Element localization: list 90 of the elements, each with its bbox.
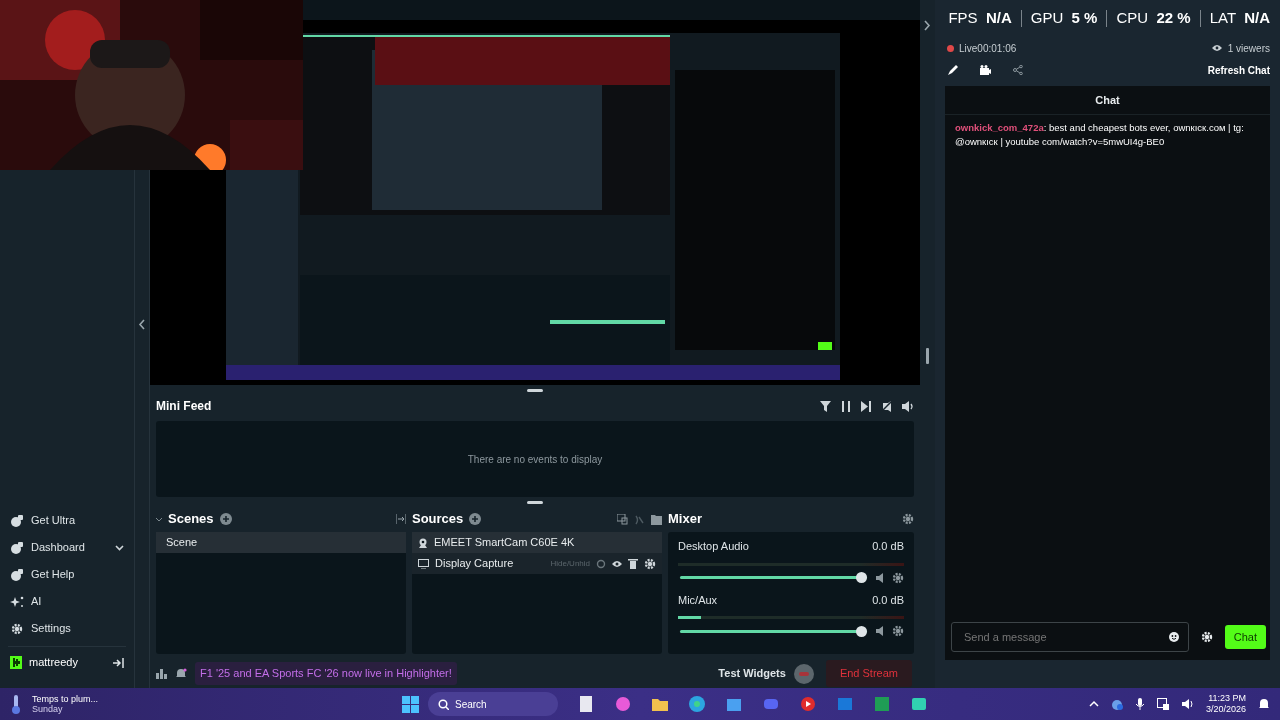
collapse-caret-icon[interactable] [156,516,162,522]
monitor-icon [418,558,429,569]
volume-slider[interactable] [680,625,867,637]
volume-icon[interactable] [902,400,914,412]
speaker-icon[interactable] [875,625,884,637]
add-scene-icon[interactable] [219,513,232,525]
panel-title: Sources [412,510,464,529]
end-stream-button[interactable]: End Stream [825,660,912,687]
widget-toggle-icon[interactable] [793,663,814,684]
channel-name: Mic/Aux [678,592,719,608]
scene-item[interactable]: Scene [156,532,406,553]
search-icon [438,698,449,710]
performance-stat: CPU 22 % [1107,10,1201,27]
fit-width-icon[interactable] [396,514,406,524]
drag-handle-icon[interactable] [527,389,543,392]
sparkle-icon [10,594,24,609]
network-icon[interactable] [1156,698,1169,710]
add-source-icon[interactable] [469,513,482,525]
chat-title: Chat [945,85,1270,115]
chat-message: ownkick_com_472a: best and cheapest bots ever, ownкıcк.coм | tg: @ownкıcк | youtube com/watch?v=5mwUI4g-BE0 [955,121,1245,150]
cloud-sync-icon[interactable] [1110,698,1123,710]
file-icon[interactable] [577,695,595,713]
kick-logo-icon [10,656,22,669]
panel-title: Mini Feed [156,398,213,415]
settings-icon[interactable] [892,625,904,637]
thermometer-icon[interactable] [10,694,22,714]
folder-icon[interactable] [651,513,662,525]
collapse-left-icon[interactable] [138,318,146,330]
sidebar-item[interactable]: Get Ultra [0,507,134,534]
pause-icon[interactable] [841,400,851,412]
filter-icon[interactable] [820,400,831,412]
performance-stat: GPU 5 % [1021,10,1108,27]
chat-send-button[interactable]: Chat [1224,624,1266,650]
db-reading: 0.0 dB [872,539,904,554]
performance-stat: LAT N/A [1208,10,1270,27]
settings-icon[interactable] [892,571,904,584]
sidebar-item[interactable]: AI [0,588,134,615]
edit-pencil-icon[interactable] [948,65,958,75]
notification-bell-icon[interactable] [1258,698,1270,710]
mute-alerts-icon[interactable] [881,400,892,412]
help-icon [10,567,24,582]
sidebar-item[interactable]: Settings [0,615,134,642]
performance-stat: FPS N/A [939,10,1022,27]
message-field[interactable]: Send a message [951,622,1189,652]
trash-icon[interactable] [628,558,638,569]
resize-handle-icon[interactable] [926,348,929,364]
viewer-count: 1 viewers [1227,41,1270,56]
webcam-icon [418,537,428,548]
bell-icon[interactable] [175,668,187,679]
chevron-down-icon[interactable] [115,544,124,551]
panel-title: Mixer [668,510,703,529]
taskbar-search[interactable]: Search [428,692,558,716]
settings-icon [10,621,24,636]
emoji-icon[interactable] [1168,632,1179,642]
stats-icon[interactable] [156,668,167,679]
empty-message: There are no events to display [467,452,603,467]
settings-icon[interactable] [644,557,656,570]
viewers-eye-icon [1211,44,1222,52]
notification-banner[interactable]: F1 '25 and EA Sports FC '26 now live in Highlighter! [195,662,457,685]
drag-handle-icon[interactable] [527,501,543,504]
visibility-icon[interactable] [612,558,622,569]
camera-icon[interactable] [980,65,991,75]
sidebar-item[interactable]: Get Help [0,561,134,588]
source-item[interactable]: EMEET SmartCam C60E 4K [412,532,662,553]
live-dot-icon [947,44,954,52]
speaker-icon[interactable] [1180,698,1194,710]
expand-right-icon[interactable] [924,20,931,31]
skip-icon[interactable] [861,400,871,412]
weather-widget[interactable]: Temps to plum... Sunday [32,693,402,715]
share-icon[interactable] [1013,65,1023,75]
panel-title: Scenes [168,510,214,529]
logout-icon[interactable] [113,657,124,668]
play-icon[interactable] [799,695,817,713]
sidebar-item[interactable]: Dashboard [0,534,134,561]
db-reading: 0.0 dB [872,592,904,608]
user-item[interactable]: mattreedy [0,649,134,676]
screens-icon[interactable] [617,513,628,525]
chevron-up-icon[interactable] [1088,700,1099,708]
test-widgets-label: Test Widgets [718,666,786,682]
dashboard-icon [10,540,24,555]
taskbar-clock[interactable]: 11:23 PM 3/20/2026 [1205,693,1246,715]
stream-time: 00:01:06 [977,41,1018,56]
microphone-icon[interactable] [1134,698,1145,710]
ultra-icon [10,513,24,528]
live-label: Live [959,41,978,56]
speaker-icon[interactable] [875,571,884,584]
windows-logo-icon[interactable] [402,695,419,713]
channel-name: Desktop Audio [678,539,750,554]
volume-slider[interactable] [680,572,867,583]
refresh-chat-link[interactable]: Refresh Chat [1207,62,1270,78]
